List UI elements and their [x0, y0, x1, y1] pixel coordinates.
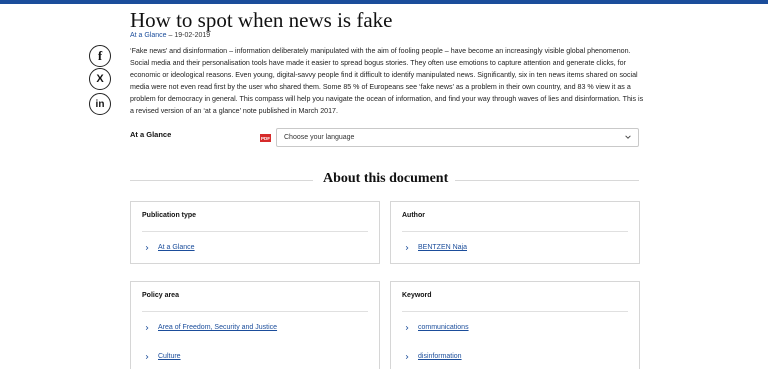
x-share-icon[interactable]: X	[89, 68, 111, 90]
chevron-right-icon	[405, 325, 409, 330]
language-select-value: Choose your language	[284, 134, 355, 141]
language-select[interactable]: Choose your language	[276, 128, 639, 147]
policy-area-item[interactable]: Area of Freedom, Security and Justice	[144, 324, 277, 331]
section-title: About this document	[323, 171, 449, 186]
card-heading: Keyword	[402, 292, 432, 299]
card-divider	[142, 311, 368, 312]
chevron-right-icon	[145, 325, 149, 330]
item-label: At a Glance	[158, 244, 195, 251]
keyword-card: Keyword communications disinformation	[390, 281, 640, 369]
publication-type-link[interactable]: At a Glance	[130, 32, 167, 39]
top-accent-bar	[0, 0, 768, 4]
chevron-right-icon	[145, 354, 149, 359]
pdf-icon[interactable]: PDF	[260, 134, 271, 142]
section-divider-left	[130, 180, 313, 181]
chevron-down-icon	[625, 135, 631, 139]
keyword-item[interactable]: communications	[404, 324, 469, 331]
card-divider	[402, 311, 628, 312]
item-label: Area of Freedom, Security and Justice	[158, 324, 278, 331]
author-card: Author BENTZEN Naja	[390, 201, 640, 264]
author-item[interactable]: BENTZEN Naja	[404, 244, 467, 251]
chevron-right-icon	[405, 354, 409, 359]
publication-type-card: Publication type At a Glance	[130, 201, 380, 264]
keyword-item[interactable]: disinformation	[404, 353, 462, 360]
article-abstract: ‘Fake news’ and disinformation – informa…	[130, 47, 644, 115]
chevron-right-icon	[145, 245, 149, 250]
publication-type-item[interactable]: At a Glance	[144, 244, 195, 251]
card-divider	[402, 231, 628, 232]
card-heading: Publication type	[142, 212, 197, 219]
policy-area-item[interactable]: Culture	[144, 353, 181, 360]
at-a-glance-label: At a Glance	[130, 130, 172, 139]
item-label: communications	[418, 324, 469, 331]
item-label: Culture	[158, 353, 181, 360]
policy-area-card: Policy area Area of Freedom, Security an…	[130, 281, 380, 369]
card-heading: Author	[402, 212, 425, 219]
card-heading: Policy area	[142, 292, 179, 299]
publication-date: – 19-02-2019	[168, 32, 211, 39]
item-label: BENTZEN Naja	[418, 244, 468, 251]
item-label: disinformation	[418, 353, 462, 360]
facebook-share-icon[interactable]: f	[89, 45, 111, 67]
article-meta: At a Glance – 19-02-2019	[130, 32, 210, 39]
section-divider-right	[455, 180, 639, 181]
chevron-right-icon	[405, 245, 409, 250]
card-divider	[142, 231, 368, 232]
linkedin-share-icon[interactable]: in	[89, 93, 111, 115]
page-title: How to spot when news is fake	[130, 8, 393, 32]
